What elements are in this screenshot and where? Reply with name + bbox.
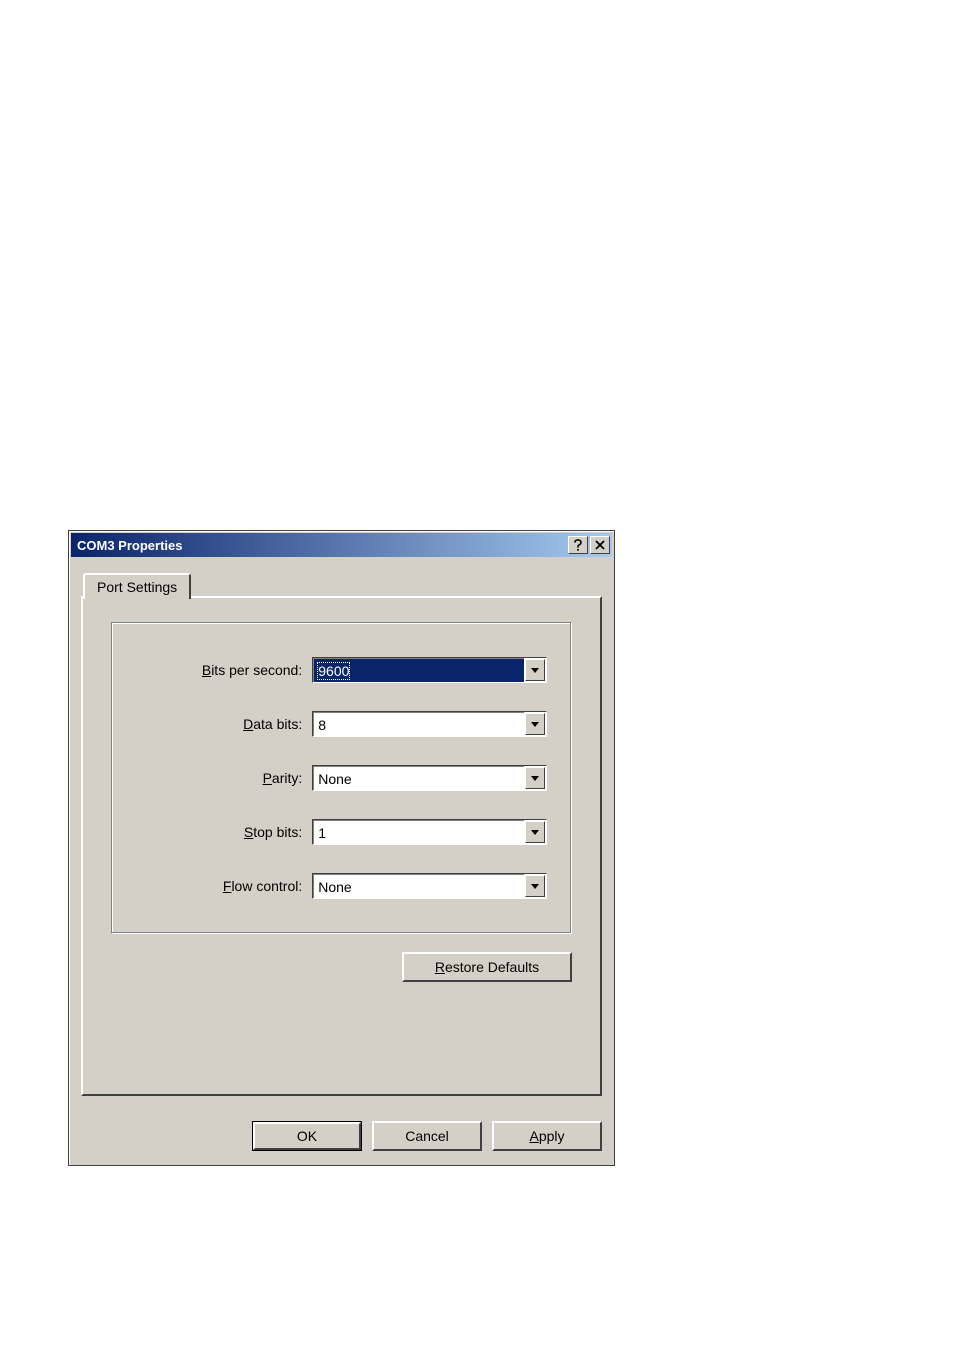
row-flow-control: Flow control: None — [136, 873, 547, 899]
tab-port-settings[interactable]: Port Settings — [83, 573, 191, 599]
chevron-down-icon — [531, 776, 539, 781]
titlebar: COM3 Properties — [71, 533, 612, 557]
chevron-down-icon — [531, 884, 539, 889]
chevron-down-icon — [531, 722, 539, 727]
tab-page: Bits per second: 9600 Data bits — [81, 596, 602, 1096]
close-button[interactable] — [590, 536, 610, 554]
dropdown-button[interactable] — [525, 821, 545, 843]
combo-value: 9600 — [313, 658, 524, 682]
combo-bits-per-second[interactable]: 9600 — [312, 657, 547, 683]
ok-button[interactable]: OK — [252, 1121, 362, 1151]
row-bits-per-second: Bits per second: 9600 — [136, 657, 547, 683]
combo-value: None — [313, 874, 524, 898]
combo-value: 8 — [313, 712, 524, 736]
dropdown-button[interactable] — [525, 875, 545, 897]
row-data-bits: Data bits: 8 — [136, 711, 547, 737]
cancel-button[interactable]: Cancel — [372, 1121, 482, 1151]
port-settings-group: Bits per second: 9600 Data bits — [111, 622, 572, 934]
tab-strip: Port Settings — [81, 569, 602, 597]
label-parity: Parity: — [136, 770, 312, 786]
restore-defaults-row: Restore Defaults — [111, 952, 572, 982]
restore-defaults-button[interactable]: Restore Defaults — [402, 952, 572, 982]
dialog-client: Port Settings Bits per second: 9600 — [71, 559, 612, 1109]
combo-data-bits[interactable]: 8 — [312, 711, 547, 737]
tab-label: Port Settings — [97, 579, 177, 595]
combo-parity[interactable]: None — [312, 765, 547, 791]
help-icon — [573, 539, 583, 551]
combo-stop-bits[interactable]: 1 — [312, 819, 547, 845]
row-parity: Parity: None — [136, 765, 547, 791]
combo-value: None — [313, 766, 524, 790]
help-button[interactable] — [568, 536, 588, 554]
window-title: COM3 Properties — [77, 538, 182, 553]
label-bits-per-second: Bits per second: — [136, 662, 312, 678]
label-data-bits: Data bits: — [136, 716, 312, 732]
label-stop-bits: Stop bits: — [136, 824, 312, 840]
dropdown-button[interactable] — [525, 767, 545, 789]
dropdown-button[interactable] — [525, 659, 545, 681]
apply-button[interactable]: Apply — [492, 1121, 602, 1151]
chevron-down-icon — [531, 830, 539, 835]
chevron-down-icon — [531, 668, 539, 673]
properties-dialog: COM3 Properties Port Settings — [68, 530, 615, 1166]
dropdown-button[interactable] — [525, 713, 545, 735]
row-stop-bits: Stop bits: 1 — [136, 819, 547, 845]
label-flow-control: Flow control: — [136, 878, 312, 894]
dialog-button-row: OK Cancel Apply — [69, 1109, 614, 1165]
close-icon — [595, 540, 605, 550]
combo-flow-control[interactable]: None — [312, 873, 547, 899]
combo-value: 1 — [313, 820, 524, 844]
